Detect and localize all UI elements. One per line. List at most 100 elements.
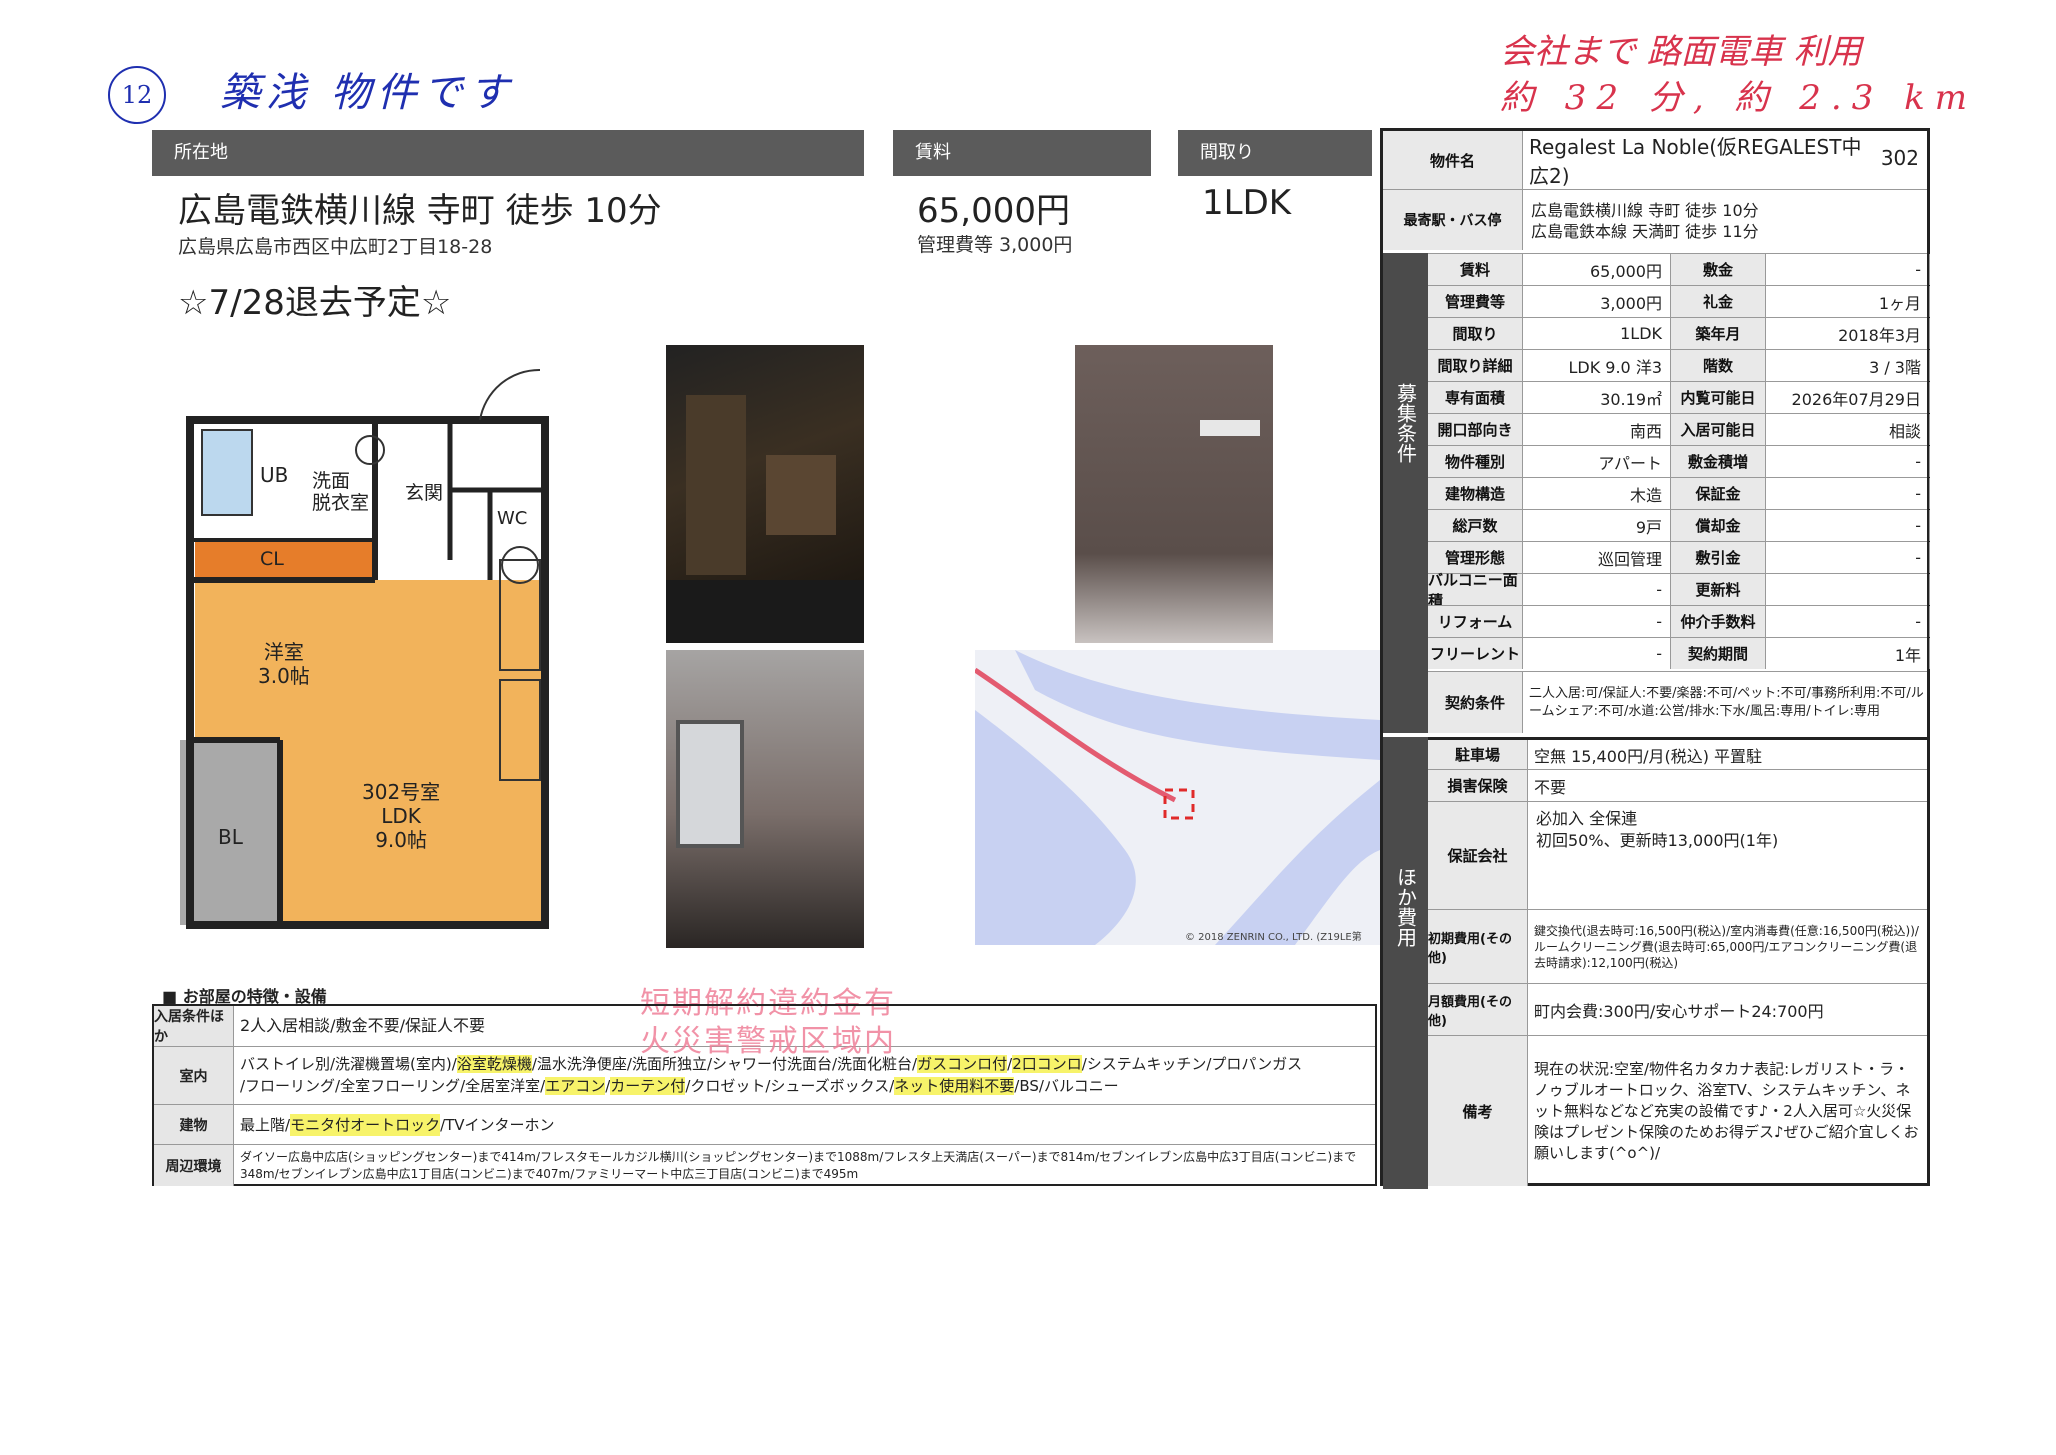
condition-label: 敷金積増 bbox=[1671, 446, 1766, 477]
condition-label: 間取り bbox=[1428, 318, 1523, 349]
condition-label: バルコニー面積 bbox=[1428, 571, 1523, 610]
rent-header: 賃料 bbox=[893, 130, 1151, 176]
location-map: © 2018 ZENRIN CO., LTD. (Z19LE第1442号) bbox=[975, 650, 1380, 945]
room-cl: CL bbox=[260, 548, 284, 570]
condition-row: 物件種別 アパート 敷金積増 - bbox=[1428, 445, 1930, 477]
condition-label: 管理費等 bbox=[1428, 286, 1523, 317]
room-wc: WC bbox=[497, 508, 528, 529]
condition-label: 賃料 bbox=[1428, 254, 1523, 285]
condition-label: 敷金 bbox=[1671, 254, 1766, 285]
condition-value: 2018年3月 bbox=[1766, 318, 1930, 349]
condition-label: 更新料 bbox=[1671, 574, 1766, 605]
exterior-photo bbox=[666, 345, 864, 643]
condition-value bbox=[1766, 574, 1930, 605]
condition-label: 築年月 bbox=[1671, 318, 1766, 349]
condition-value: 1ヶ月 bbox=[1766, 286, 1930, 317]
room-bl: BL bbox=[218, 825, 243, 849]
interior-photo bbox=[1075, 345, 1273, 643]
condition-label: 償却金 bbox=[1671, 510, 1766, 541]
condition-row: 総戸数 9戸 償却金 - bbox=[1428, 509, 1930, 541]
condition-label: リフォーム bbox=[1428, 606, 1523, 637]
condition-value: - bbox=[1523, 638, 1671, 669]
condition-value: - bbox=[1766, 606, 1930, 637]
layout-value: 1LDK bbox=[1202, 183, 1292, 223]
condition-value: 2026年07月29日 bbox=[1766, 382, 1930, 413]
condition-label: 階数 bbox=[1671, 350, 1766, 381]
handwritten-circle-number: 12 bbox=[108, 66, 166, 124]
monthly-costs-row: 月額費用(その他) 町内会費:300円/安心サポート24:700円 bbox=[1428, 983, 1927, 1035]
other-costs-label: ほか費用 bbox=[1383, 737, 1428, 1189]
condition-row: 間取り詳細 LDK 9.0 洋3 階数 3 / 3階 bbox=[1428, 349, 1930, 381]
parking-row: 駐車場 空無 15,400円/月(税込) 平置駐 bbox=[1428, 737, 1927, 769]
layout-header: 間取り bbox=[1178, 130, 1372, 176]
condition-value: - bbox=[1766, 542, 1930, 573]
condition-row: フリーレント - 契約期間 1年 bbox=[1428, 637, 1930, 669]
notice-text: ☆7/28退去予定☆ bbox=[178, 283, 452, 323]
living-photo bbox=[666, 650, 864, 948]
handwritten-note-right-1: 会社まで 路面電車 利用 bbox=[1500, 32, 1862, 72]
condition-value: - bbox=[1523, 574, 1671, 605]
property-details-table: 物件名 Regalest La Noble(仮REGALEST中広2) 302 … bbox=[1380, 128, 1930, 1189]
floor-plan: UB 洗面 脱衣室 玄関 WC CL 洋室 3.0帖 BL 302号室 LDK … bbox=[180, 360, 560, 930]
condition-label: 礼金 bbox=[1671, 286, 1766, 317]
condition-value: 相談 bbox=[1766, 414, 1930, 445]
insurance-row: 損害保険 不要 bbox=[1428, 769, 1927, 801]
condition-row: 開口部向き 南西 入居可能日 相談 bbox=[1428, 413, 1930, 445]
condition-label: 専有面積 bbox=[1428, 382, 1523, 413]
address-text: 広島県広島市西区中広町2丁目18-28 bbox=[178, 236, 493, 258]
condition-label: 物件種別 bbox=[1428, 446, 1523, 477]
condition-row: 建物構造 木造 保証金 - bbox=[1428, 477, 1930, 509]
condition-row: 管理費等 3,000円 礼金 1ヶ月 bbox=[1428, 285, 1930, 317]
condition-value: 巡回管理 bbox=[1523, 542, 1671, 573]
handwritten-note-right-2: 約 32 分, 約 2.3 km bbox=[1500, 78, 1978, 118]
condition-row: リフォーム - 仲介手数料 - bbox=[1428, 605, 1930, 637]
condition-value: アパート bbox=[1523, 446, 1671, 477]
room-senmen: 洗面 脱衣室 bbox=[312, 470, 370, 514]
condition-value: LDK 9.0 洋3 bbox=[1523, 350, 1671, 381]
property-name-row: 物件名 Regalest La Noble(仮REGALEST中広2) 302 bbox=[1383, 131, 1927, 189]
condition-label: 契約期間 bbox=[1671, 638, 1766, 669]
condition-value: 1年 bbox=[1766, 638, 1930, 669]
location-header: 所在地 bbox=[152, 130, 864, 176]
condition-row: 賃料 65,000円 敷金 - bbox=[1428, 253, 1930, 285]
stamp-line-2: 火災害警戒区域内 bbox=[640, 1024, 896, 1059]
room-genkan: 玄関 bbox=[405, 482, 444, 504]
initial-costs-row: 初期費用(その他) 鍵交換代(退去時可:16,500円(税込)/室内消毒費(任意… bbox=[1428, 909, 1927, 983]
room-ldk: 302号室 LDK 9.0帖 bbox=[362, 780, 441, 852]
condition-row: 専有面積 30.19㎡ 内覧可能日 2026年07月29日 bbox=[1428, 381, 1930, 413]
condition-value: 3 / 3階 bbox=[1766, 350, 1930, 381]
guarantor-row: 保証会社 必加入 全保連 初回50%、更新時13,000円(1年) bbox=[1428, 801, 1927, 909]
map-copyright: © 2018 ZENRIN CO., LTD. (Z19LE第1442号) bbox=[1185, 932, 1362, 943]
condition-value: - bbox=[1766, 254, 1930, 285]
rent-value: 65,000円 bbox=[917, 191, 1070, 231]
condition-value: 3,000円 bbox=[1523, 286, 1671, 317]
condition-row: 間取り 1LDK 築年月 2018年3月 bbox=[1428, 317, 1930, 349]
mgmt-fee: 管理費等 3,000円 bbox=[917, 234, 1073, 256]
condition-value: 30.19㎡ bbox=[1523, 382, 1671, 413]
condition-label: 総戸数 bbox=[1428, 510, 1523, 541]
condition-label: 間取り詳細 bbox=[1428, 350, 1523, 381]
condition-label: フリーレント bbox=[1428, 638, 1523, 669]
condition-value: 1LDK bbox=[1523, 318, 1671, 349]
condition-label: 敷引金 bbox=[1671, 542, 1766, 573]
condition-label: 入居可能日 bbox=[1671, 414, 1766, 445]
condition-value: 南西 bbox=[1523, 414, 1671, 445]
condition-label: 仲介手数料 bbox=[1671, 606, 1766, 637]
room-ub: UB bbox=[260, 463, 289, 487]
feature-row-surroundings: 周辺環境 ダイソー広島中広店(ショッピングセンター)まで414m/フレスタモール… bbox=[154, 1144, 1375, 1186]
station-text: 広島電鉄横川線 寺町 徒歩 10分 bbox=[178, 191, 662, 231]
nearest-station-row: 最寄駅・バス停 広島電鉄横川線 寺町 徒歩 10分 広島電鉄本線 天満町 徒歩 … bbox=[1383, 189, 1927, 250]
contract-row: 契約条件 二人入居:可/保証人:不要/楽器:不可/ペット:不可/事務所利用:不可… bbox=[1428, 671, 1927, 733]
feature-row-building: 建物 最上階/モニタ付オートロック/TVインターホン bbox=[154, 1104, 1375, 1144]
condition-value: - bbox=[1766, 478, 1930, 509]
condition-value: - bbox=[1766, 510, 1930, 541]
remarks-row: 備考 現在の状況:空室/物件名カタカナ表記:レガリスト・ラ・ノゥブルオートロック… bbox=[1428, 1035, 1927, 1186]
condition-label: 保証金 bbox=[1671, 478, 1766, 509]
condition-row: バルコニー面積 - 更新料 bbox=[1428, 571, 1930, 610]
handwritten-note-left: 築浅 物件です bbox=[220, 70, 515, 116]
condition-label: 開口部向き bbox=[1428, 414, 1523, 445]
condition-value: 9戸 bbox=[1523, 510, 1671, 541]
condition-value: - bbox=[1523, 606, 1671, 637]
condition-value: 木造 bbox=[1523, 478, 1671, 509]
bosyu-label: 募集条件 bbox=[1383, 253, 1428, 733]
